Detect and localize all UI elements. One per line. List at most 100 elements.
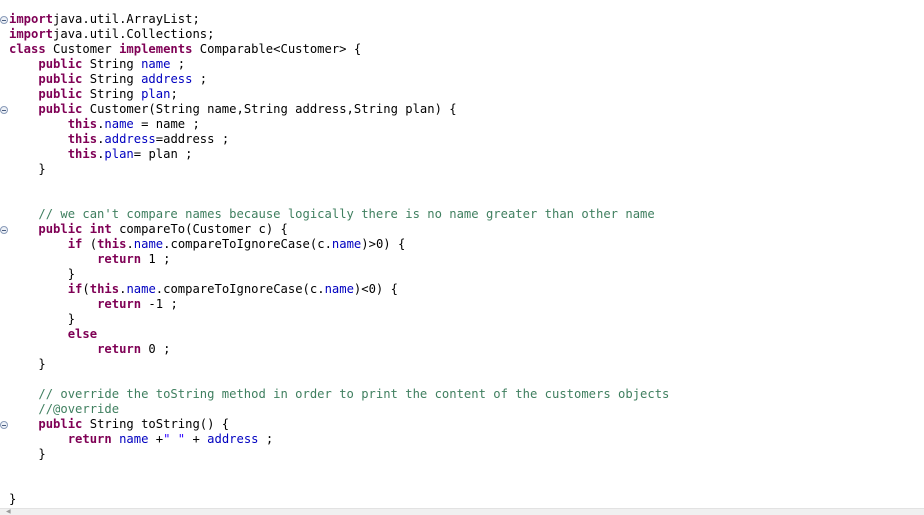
keyword-token: public (38, 72, 83, 86)
keyword-token: return (97, 297, 142, 311)
scroll-left-icon[interactable]: ◀ (6, 509, 11, 515)
field-token: address (104, 132, 156, 146)
code-token: String (82, 87, 142, 101)
code-line: // we can't compare names because logica… (9, 207, 655, 222)
keyword-token: this (67, 132, 98, 146)
code-token: java.util.Collections; (53, 27, 215, 41)
folding-ruler (0, 0, 8, 508)
collapse-icon[interactable] (0, 106, 8, 114)
field-token: name (133, 237, 164, 251)
code-token: java.util.ArrayList; (53, 12, 200, 26)
comment-token: //@override (38, 402, 120, 416)
code-line: public String plan; (9, 87, 178, 102)
field-token: name (119, 432, 149, 446)
code-token: 1 ; (141, 252, 171, 266)
collapse-icon[interactable] (0, 16, 8, 24)
code-line: } (9, 312, 75, 327)
code-token: } (9, 492, 17, 506)
keyword-token: return (67, 432, 112, 446)
code-line: this.name = name ; (9, 117, 200, 132)
code-token: ; (170, 57, 186, 71)
code-token: .compareToIgnoreCase(c. (163, 237, 332, 251)
code-line: this.address=address ; (9, 132, 229, 147)
code-token: =address ; (155, 132, 230, 146)
keyword-token: class (9, 42, 46, 56)
code-token: } (9, 447, 46, 461)
keyword-token: else (67, 327, 98, 341)
code-line: public String name ; (9, 57, 185, 72)
code-token: = name ; (133, 117, 200, 131)
horizontal-scrollbar[interactable]: ◀ (0, 508, 924, 515)
field-token: plan (141, 87, 171, 101)
keyword-token: public (38, 222, 83, 236)
code-line: if (this.name.compareToIgnoreCase(c.name… (9, 237, 406, 252)
keyword-token: public (38, 87, 83, 101)
comment-token: // override the toString method in order… (38, 387, 670, 401)
code-token: } (9, 357, 46, 371)
code-line: } (9, 447, 46, 462)
field-token: plan (104, 147, 134, 161)
code-line: return -1 ; (9, 297, 178, 312)
keyword-token: this (67, 147, 98, 161)
code-token: String toString() { (82, 417, 230, 431)
code-token: )<0) { (353, 282, 398, 296)
code-token: } (9, 312, 76, 326)
keyword-token: public (38, 102, 83, 116)
field-token: address (207, 432, 259, 446)
code-line: } (9, 162, 45, 177)
code-line: return 0 ; (9, 342, 170, 357)
code-line: class Customer implements Comparable<Cus… (9, 42, 361, 57)
collapse-icon[interactable] (0, 226, 8, 234)
keyword-token: implements (119, 42, 193, 56)
code-token: Customer(String name,String address,Stri… (82, 102, 457, 116)
code-token: compareTo(Customer c) { (111, 222, 288, 236)
code-line: importjava.util.ArrayList; (9, 12, 200, 27)
code-token: String (82, 57, 142, 71)
code-token: + (148, 432, 164, 446)
code-line: public String address ; (9, 72, 207, 87)
code-line: public String toString() { (9, 417, 229, 432)
code-token: } (9, 267, 76, 281)
keyword-token: public (38, 417, 83, 431)
keyword-token: this (67, 117, 98, 131)
code-token: ; (192, 72, 208, 86)
keyword-token: this (97, 237, 127, 251)
keyword-token: import (9, 12, 54, 26)
keyword-token: if (67, 237, 83, 251)
comment-token: // we can't compare names because logica… (38, 207, 655, 221)
code-line: importjava.util.Collections; (9, 27, 214, 42)
code-line: public Customer(String name,String addre… (9, 102, 457, 117)
code-token: ; (170, 87, 178, 101)
keyword-token: if (67, 282, 83, 296)
keyword-token: public (38, 57, 83, 71)
code-line: public int compareTo(Customer c) { (9, 222, 288, 237)
code-token: .compareToIgnoreCase(c. (155, 282, 325, 296)
field-token: address (141, 72, 193, 86)
code-token: )>0) { (361, 237, 406, 251)
code-line: //@override (9, 402, 119, 417)
code-token: String (82, 72, 142, 86)
field-token: name (126, 282, 156, 296)
code-token: ( (82, 237, 98, 251)
code-token: + (185, 432, 208, 446)
code-editor[interactable]: importjava.util.ArrayList; importjava.uti… (0, 0, 924, 508)
code-line: return 1 ; (9, 252, 170, 267)
code-line: this.plan= plan ; (9, 147, 193, 162)
collapse-icon[interactable] (0, 421, 8, 429)
keyword-token: this (89, 282, 120, 296)
code-line: } (9, 492, 16, 507)
code-token: . (126, 237, 134, 251)
string-token: " " (163, 432, 186, 446)
